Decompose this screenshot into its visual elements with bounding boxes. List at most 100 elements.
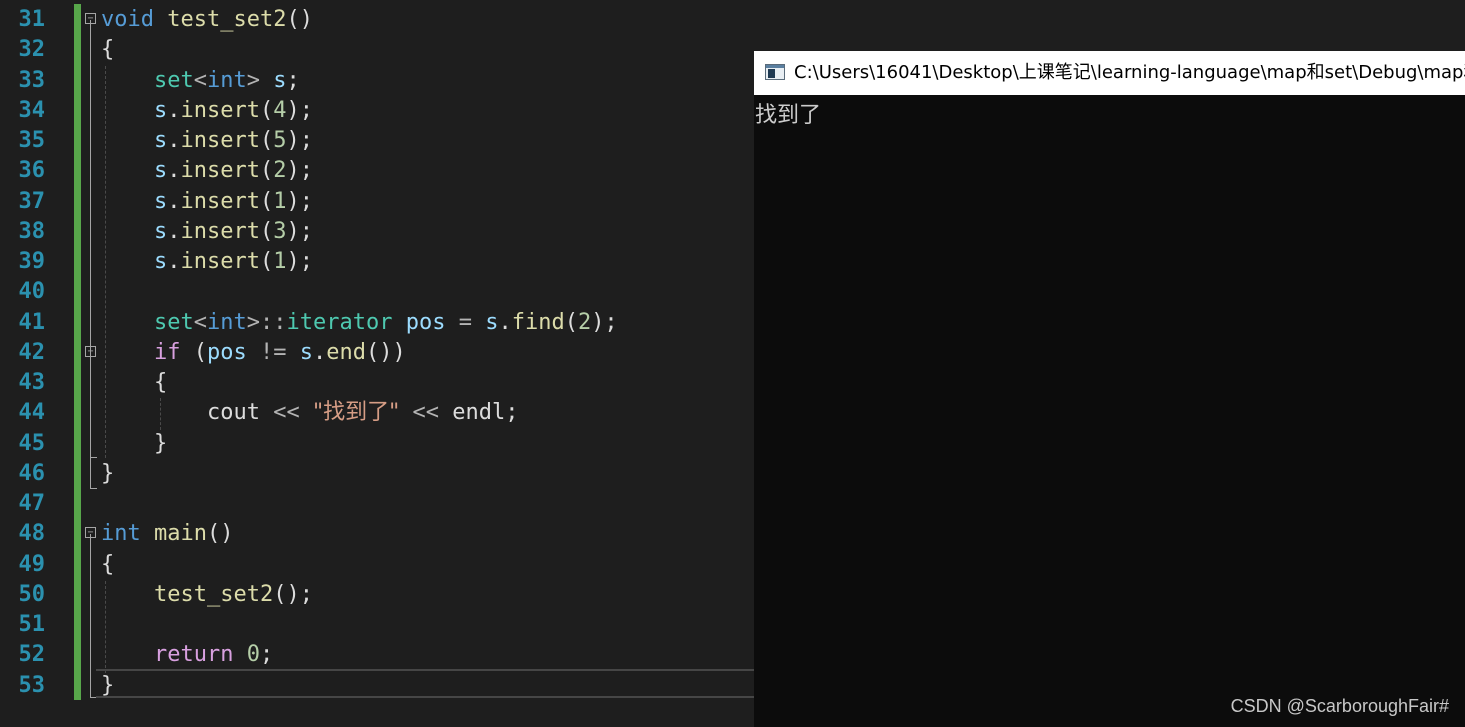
code-token: ( <box>259 158 274 184</box>
code-line[interactable]: 43 { <box>0 368 760 398</box>
code-token: end <box>326 339 366 365</box>
fold-toggle-icon[interactable]: − <box>85 13 96 24</box>
code-token: test_set2 <box>153 581 274 607</box>
line-number: 41 <box>18 309 46 335</box>
code-token: insert <box>180 97 260 123</box>
code-line[interactable]: 46} <box>0 459 760 489</box>
code-token: 1 <box>273 249 287 274</box>
fold-toggle-icon[interactable]: − <box>85 527 96 539</box>
line-number: 36 <box>18 158 46 184</box>
code-editor[interactable]: 31− void test_set2() 32{33 set<int> s; 34 s… <box>0 0 760 727</box>
line-number: 46 <box>18 460 46 486</box>
line-number: 50 <box>18 581 46 607</box>
code-token: << <box>273 400 300 426</box>
code-token: { <box>101 370 168 395</box>
code-token: (); <box>273 581 313 607</box>
code-token: } <box>101 460 115 486</box>
code-token: s <box>299 339 313 365</box>
code-line[interactable]: 53} <box>0 671 760 701</box>
code-lines: 31− void test_set2() 32{33 set<int> s; 34 s… <box>0 5 760 701</box>
code-line[interactable]: 52 return 0; <box>0 640 760 670</box>
code-line[interactable]: 31 − void test_set2() <box>0 5 760 35</box>
code-token: 1 <box>273 188 287 214</box>
code-line[interactable]: 39 s.insert(1); <box>0 247 760 277</box>
code-token: () <box>206 521 234 547</box>
line-number: 45 <box>18 430 46 456</box>
code-line[interactable]: 37 s.insert(1); <box>0 187 760 217</box>
code-line[interactable]: 32 { <box>0 35 760 65</box>
code-token: ( <box>259 249 274 274</box>
code-token: 4 <box>273 97 287 123</box>
code-token: < <box>193 67 207 93</box>
code-token: ); <box>591 309 618 335</box>
line-number: 43 <box>18 370 46 395</box>
code-line[interactable]: 41 set<int>::iterator pos = s.find(2); <box>0 308 760 338</box>
code-text: int main() <box>101 519 233 549</box>
code-token: pos <box>405 309 446 335</box>
line-number: 32 <box>18 37 46 63</box>
code-token: set <box>153 309 194 335</box>
code-line[interactable]: 35 s.insert(5); <box>0 126 760 156</box>
code-token: < <box>193 309 207 335</box>
console-output: 找到了 <box>755 103 822 128</box>
code-line[interactable]: 47 <box>0 489 760 519</box>
code-line[interactable]: 38 s.insert(3); <box>0 217 760 247</box>
code-line[interactable]: 40 <box>0 277 760 307</box>
code-line[interactable]: 34 s.insert(4); <box>0 96 760 126</box>
code-token: s <box>153 188 168 214</box>
code-token: s <box>153 128 168 153</box>
code-text: { <box>101 368 167 398</box>
code-text: s.insert(1); <box>101 247 313 277</box>
code-text: if (pos != s.end()) <box>101 338 406 368</box>
code-text: { <box>101 550 114 580</box>
line-number: 31 <box>18 7 46 32</box>
line-number: 48 <box>18 521 46 547</box>
code-line[interactable]: 36 s.insert(2); <box>0 156 760 186</box>
code-line[interactable]: 42 − if (pos != s.end()) <box>0 338 760 368</box>
code-token: ); <box>286 218 313 244</box>
code-token: . <box>312 339 327 365</box>
code-token: { <box>101 37 115 63</box>
code-token: ( <box>259 128 274 153</box>
code-token: int <box>206 67 247 93</box>
code-line[interactable]: 51 <box>0 610 760 640</box>
line-number: 35 <box>18 128 46 153</box>
code-line[interactable]: 33 set<int> s; <box>0 66 760 96</box>
code-line[interactable]: 44 cout << "找到了" << endl; <box>0 398 760 428</box>
code-line[interactable]: 50 test_set2(); <box>0 580 760 610</box>
line-number: 34 <box>18 97 46 123</box>
code-line[interactable]: 49 { <box>0 550 760 580</box>
console-window[interactable]: C:\Users\16041\Desktop\上课笔记\learning-lan… <box>754 51 1465 727</box>
code-text: } <box>101 459 114 489</box>
code-token: 2 <box>577 309 592 335</box>
console-title-bar[interactable]: C:\Users\16041\Desktop\上课笔记\learning-lan… <box>754 51 1465 95</box>
code-token: s <box>153 249 168 274</box>
code-text: } <box>101 429 167 459</box>
code-line[interactable]: 48 − int main() <box>0 519 760 549</box>
code-token: ( <box>259 188 274 214</box>
code-token: return <box>153 642 234 668</box>
code-line[interactable]: 45 } <box>0 429 760 459</box>
code-text: set<int> s; <box>101 66 300 96</box>
code-token: << <box>412 400 439 426</box>
code-token: ; <box>286 67 300 93</box>
code-text: } <box>101 671 114 701</box>
fold-toggle-icon[interactable]: − <box>85 345 96 357</box>
code-token: . <box>167 97 181 123</box>
code-token: main <box>154 521 207 547</box>
code-token: insert <box>180 158 260 184</box>
code-token: s <box>485 309 499 335</box>
console-app-icon <box>765 64 785 80</box>
code-text: { <box>101 35 114 65</box>
code-token: s <box>153 158 168 184</box>
